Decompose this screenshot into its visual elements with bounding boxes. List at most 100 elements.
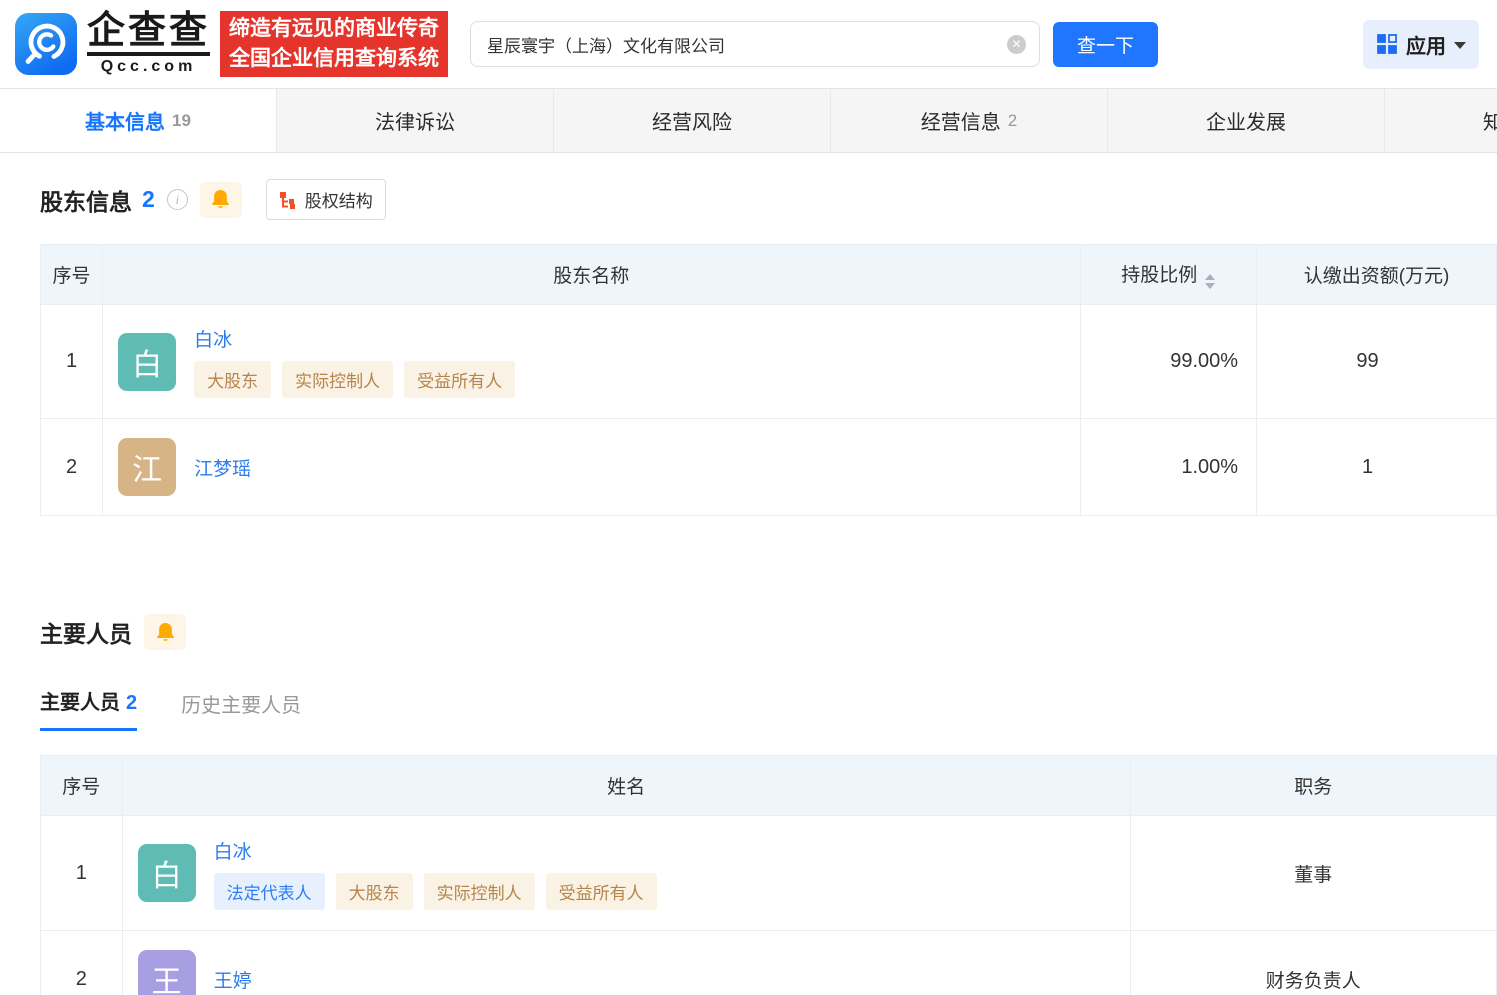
avatar[interactable]: 白 xyxy=(118,332,177,391)
equity-structure-button[interactable]: 股权结构 xyxy=(265,179,386,220)
tag-实际控制人: 实际控制人 xyxy=(423,872,535,910)
nav-tab-bar: 基本信息 19 法律诉讼 经营风险 经营信息 2 企业发展 知识产权 xyxy=(0,88,1497,153)
col-header-position: 职务 xyxy=(1129,755,1497,816)
apps-button[interactable]: 应用 xyxy=(1363,19,1479,69)
brand-name-en: Qcc.com xyxy=(100,58,197,76)
personnel-table-header-row: 序号 姓名 职务 xyxy=(40,755,1497,816)
personnel-bell-button[interactable] xyxy=(144,614,186,650)
info-icon[interactable]: i xyxy=(166,189,188,210)
tag-大股东: 大股东 xyxy=(194,361,272,398)
shareholders-table-header-row: 序号 股东名称 持股比例 认缴出资额(万元) xyxy=(39,244,1497,305)
bell-icon xyxy=(156,622,174,641)
personnel-section: 主要人员 主要人员 2 历史主要人员 序号 姓名 职务 1 白白冰 法定代表人 大股东 实际… xyxy=(40,614,1497,995)
brand-text: 企查查 Qcc.com xyxy=(87,11,211,77)
shareholders-section-header: 股东信息 2 i 股权结构 xyxy=(40,179,1497,220)
person-cell: 白白冰法定代表人 大股东 实际控制人 受益所有人 xyxy=(121,815,1131,931)
clear-search-icon[interactable]: ✕ xyxy=(1007,35,1027,54)
tab-label: 经营信息 xyxy=(920,112,1001,134)
table-row: 2 江江梦瑶 1.00% 1 xyxy=(39,418,1497,516)
person-info: 王婷 xyxy=(214,966,252,993)
tag-大股东: 大股东 xyxy=(335,872,413,910)
table-row: 1 白白冰 大股东 实际控制人 受益所有人 99.00% 99 xyxy=(39,304,1497,419)
personnel-subtabs: 主要人员 2 历史主要人员 xyxy=(40,686,1497,731)
tab-label: 知识产权 xyxy=(1483,112,1497,134)
col-header-amount: 认缴出资额(万元) xyxy=(1256,244,1497,305)
person-name-link[interactable]: 王婷 xyxy=(214,966,252,993)
tag-row: 大股东 实际控制人 受益所有人 xyxy=(194,361,516,398)
shareholders-count: 2 xyxy=(142,186,155,212)
row-index: 2 xyxy=(40,930,123,995)
person-info: 白冰大股东 实际控制人 受益所有人 xyxy=(194,325,516,398)
ratio-value: 99.00% xyxy=(1079,304,1258,419)
amount-value: 1 xyxy=(1256,418,1497,516)
tab-label: 经营风险 xyxy=(652,112,732,134)
person-cell: 江江梦瑶 xyxy=(102,418,1081,516)
tag-受益所有人: 受益所有人 xyxy=(545,872,657,910)
position-value: 财务负责人 xyxy=(1129,930,1497,995)
tab-经营信息[interactable]: 经营信息 2 xyxy=(831,89,1108,152)
avatar[interactable]: 白 xyxy=(137,844,196,902)
tag-row: 法定代表人 大股东 实际控制人 受益所有人 xyxy=(213,872,657,910)
qcc-logo-icon xyxy=(15,12,77,75)
apps-label: 应用 xyxy=(1406,35,1446,58)
apps-grid-icon xyxy=(1377,34,1397,54)
tab-基本信息[interactable]: 基本信息 19 xyxy=(0,89,277,152)
row-index: 2 xyxy=(39,418,104,516)
person-name-link[interactable]: 白冰 xyxy=(214,837,252,864)
bell-icon xyxy=(212,190,230,208)
shareholders-table: 序号 股东名称 持股比例 认缴出资额(万元) 1 白白冰大股东 实际控制人 受益所有人… xyxy=(39,244,1497,516)
tab-企业发展[interactable]: 企业发展 xyxy=(1108,89,1385,152)
tab-count: 19 xyxy=(172,110,191,130)
person-row: 王王婷 xyxy=(137,950,1130,995)
tab-知识产权[interactable]: 知识产权 xyxy=(1385,89,1497,152)
person-row: 白白冰大股东 实际控制人 受益所有人 xyxy=(118,325,1079,398)
table-row: 1 白白冰 法定代表人 大股东 实际控制人 受益所有人 董事 xyxy=(40,815,1497,931)
avatar[interactable]: 王 xyxy=(137,950,196,995)
person-cell: 王王婷 xyxy=(121,930,1131,995)
tab-法律诉讼[interactable]: 法律诉讼 xyxy=(277,89,554,152)
search-button[interactable]: 查一下 xyxy=(1053,21,1159,67)
ratio-header-label: 持股比例 xyxy=(1121,265,1198,286)
personnel-section-header: 主要人员 xyxy=(40,614,1497,650)
slogan-line2: 全国企业信用查询系统 xyxy=(229,47,440,70)
person-row: 白白冰法定代表人 大股东 实际控制人 受益所有人 xyxy=(137,837,1130,910)
person-name-link[interactable]: 白冰 xyxy=(194,325,232,352)
tab-经营风险[interactable]: 经营风险 xyxy=(554,89,831,152)
person-name-link[interactable]: 江梦瑶 xyxy=(194,454,251,481)
personnel-table: 序号 姓名 职务 1 白白冰 法定代表人 大股东 实际控制人 受益所有人 董事 2 王王婷 财务负… xyxy=(40,755,1497,995)
top-header: 企查查 Qcc.com 缔造有远见的商业传奇 全国企业信用查询系统 ✕ 查一下 … xyxy=(0,0,1497,88)
ratio-value: 1.00% xyxy=(1079,418,1258,516)
sort-icon[interactable] xyxy=(1205,274,1216,289)
person-row: 江江梦瑶 xyxy=(118,438,1079,496)
col-header-person-name: 姓名 xyxy=(121,755,1131,816)
tab-count: 2 xyxy=(1007,110,1018,130)
tag-法定代表人: 法定代表人 xyxy=(213,872,325,910)
person-info: 白冰法定代表人 大股东 实际控制人 受益所有人 xyxy=(213,837,657,910)
slogan-line1: 缔造有远见的商业传奇 xyxy=(229,17,440,41)
search-input[interactable] xyxy=(470,21,1041,67)
slogan-banner: 缔造有远见的商业传奇 全国企业信用查询系统 xyxy=(220,11,449,77)
brand-name-cn: 企查查 xyxy=(87,11,211,57)
main-content: 股东信息 2 i 股权结构 序号 股东名称 持股比例 认缴出资额(万元) 1 白… xyxy=(0,153,1497,995)
chevron-down-icon xyxy=(1454,42,1466,49)
follow-bell-button[interactable] xyxy=(199,181,242,218)
qcc-logo[interactable]: 企查查 Qcc.com xyxy=(15,11,211,77)
position-value: 董事 xyxy=(1129,815,1497,931)
equity-structure-icon xyxy=(279,191,295,209)
avatar[interactable]: 江 xyxy=(118,438,177,496)
subtab-历史主要人员[interactable]: 历史主要人员 xyxy=(181,689,301,731)
personnel-title: 主要人员 xyxy=(40,621,132,647)
person-cell: 白白冰大股东 实际控制人 受益所有人 xyxy=(102,304,1081,419)
subtab-主要人员[interactable]: 主要人员 2 xyxy=(40,686,138,731)
col-header-index: 序号 xyxy=(40,755,123,816)
tag-受益所有人: 受益所有人 xyxy=(404,361,516,398)
subtab-label: 历史主要人员 xyxy=(181,695,302,717)
col-header-shareholder-name: 股东名称 xyxy=(102,244,1081,305)
amount-value: 99 xyxy=(1256,304,1497,419)
table-row: 2 王王婷 财务负责人 xyxy=(40,930,1497,995)
equity-structure-label: 股权结构 xyxy=(304,192,373,211)
tab-label: 法律诉讼 xyxy=(375,112,455,134)
shareholders-title: 股东信息 xyxy=(40,188,132,215)
tag-实际控制人: 实际控制人 xyxy=(282,361,394,398)
subtab-count: 2 xyxy=(126,692,138,714)
